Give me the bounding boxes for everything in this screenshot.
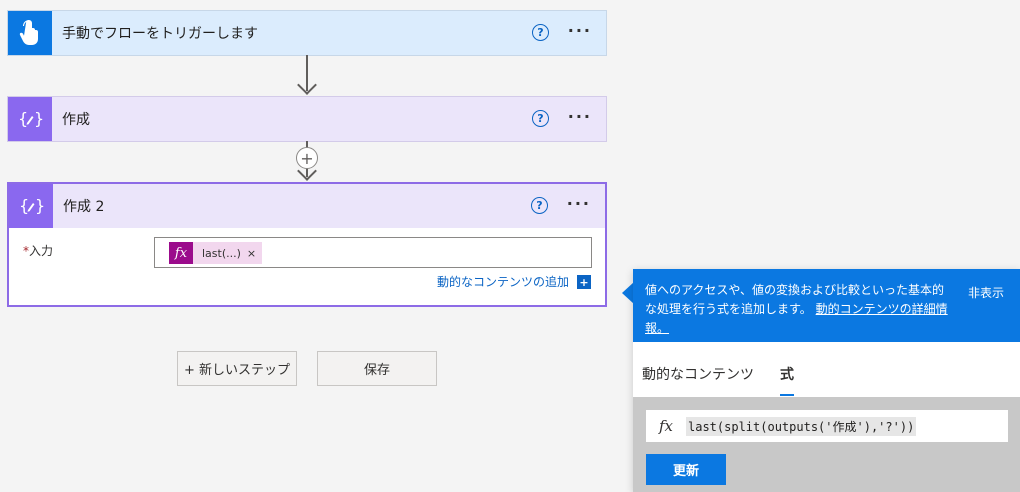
dynamic-content-panel: 値へのアクセスや、値の変換および比較といった基本的な処理を行う式を追加します。 … [633, 269, 1020, 492]
compose-card[interactable]: { } 作成 ? ··· [7, 96, 607, 142]
svg-text:}: } [35, 196, 44, 215]
tab-dynamic-content[interactable]: 動的なコンテンツ [642, 364, 754, 396]
update-button[interactable]: 更新 [646, 454, 726, 485]
curly-braces-icon: { } [9, 184, 53, 228]
curly-braces-icon: { } [8, 97, 52, 141]
expression-text[interactable]: last(split(outputs('作成'),'?')) [686, 416, 917, 436]
svg-text:{: { [19, 196, 29, 215]
new-step-button[interactable]: + 新しいステップ [177, 351, 297, 386]
tab-expression[interactable]: 式 [780, 364, 794, 396]
compose-2-card[interactable]: { } 作成 2 ? ··· *入力 fx last(...) × 動的なコンテ… [7, 182, 607, 307]
more-options-icon[interactable]: ··· [567, 194, 591, 213]
remove-token-icon[interactable]: × [247, 247, 262, 260]
arrow-down-icon [297, 75, 317, 95]
compose-2-card-header[interactable]: { } 作成 2 ? ··· [9, 184, 605, 228]
panel-tabs: 動的なコンテンツ 式 [642, 364, 820, 396]
compose-card-header[interactable]: { } 作成 ? ··· [8, 97, 606, 141]
panel-description: 値へのアクセスや、値の変換および比較といった基本的な処理を行う式を追加します。 … [645, 281, 950, 338]
expression-area: fx last(split(outputs('作成'),'?')) 更新 [633, 397, 1020, 492]
trigger-card[interactable]: 手動でフローをトリガーします ? ··· [7, 10, 607, 56]
help-icon[interactable]: ? [532, 110, 549, 127]
hide-panel-button[interactable]: 非表示 [968, 284, 1004, 303]
hand-touch-icon [8, 11, 52, 55]
trigger-card-header[interactable]: 手動でフローをトリガーします ? ··· [8, 11, 606, 55]
save-button[interactable]: 保存 [317, 351, 437, 386]
input-label-text: 入力 [29, 244, 54, 258]
compose-title: 作成 [62, 112, 90, 128]
svg-text:}: } [34, 109, 43, 128]
panel-header: 値へのアクセスや、値の変換および比較といった基本的な処理を行う式を追加します。 … [633, 269, 1020, 342]
help-icon[interactable]: ? [531, 197, 548, 214]
svg-text:{: { [18, 109, 28, 128]
function-icon: fx [658, 417, 673, 435]
trigger-title: 手動でフローをトリガーします [62, 26, 258, 42]
add-dynamic-content-link[interactable]: 動的なコンテンツの追加 [437, 273, 569, 290]
input-field[interactable]: fx last(...) × [154, 237, 592, 268]
more-options-icon[interactable]: ··· [568, 21, 592, 40]
expression-token[interactable]: fx last(...) × [169, 242, 263, 264]
help-icon[interactable]: ? [532, 24, 549, 41]
input-field-label: *入力 [23, 242, 53, 259]
expression-token-text: last(...) [202, 246, 241, 260]
expression-input[interactable]: fx last(split(outputs('作成'),'?')) [646, 410, 1008, 442]
add-dynamic-content-plus-icon[interactable]: + [577, 275, 591, 289]
more-options-icon[interactable]: ··· [568, 107, 592, 126]
function-icon: fx [169, 242, 193, 264]
compose-2-title: 作成 2 [63, 199, 105, 215]
